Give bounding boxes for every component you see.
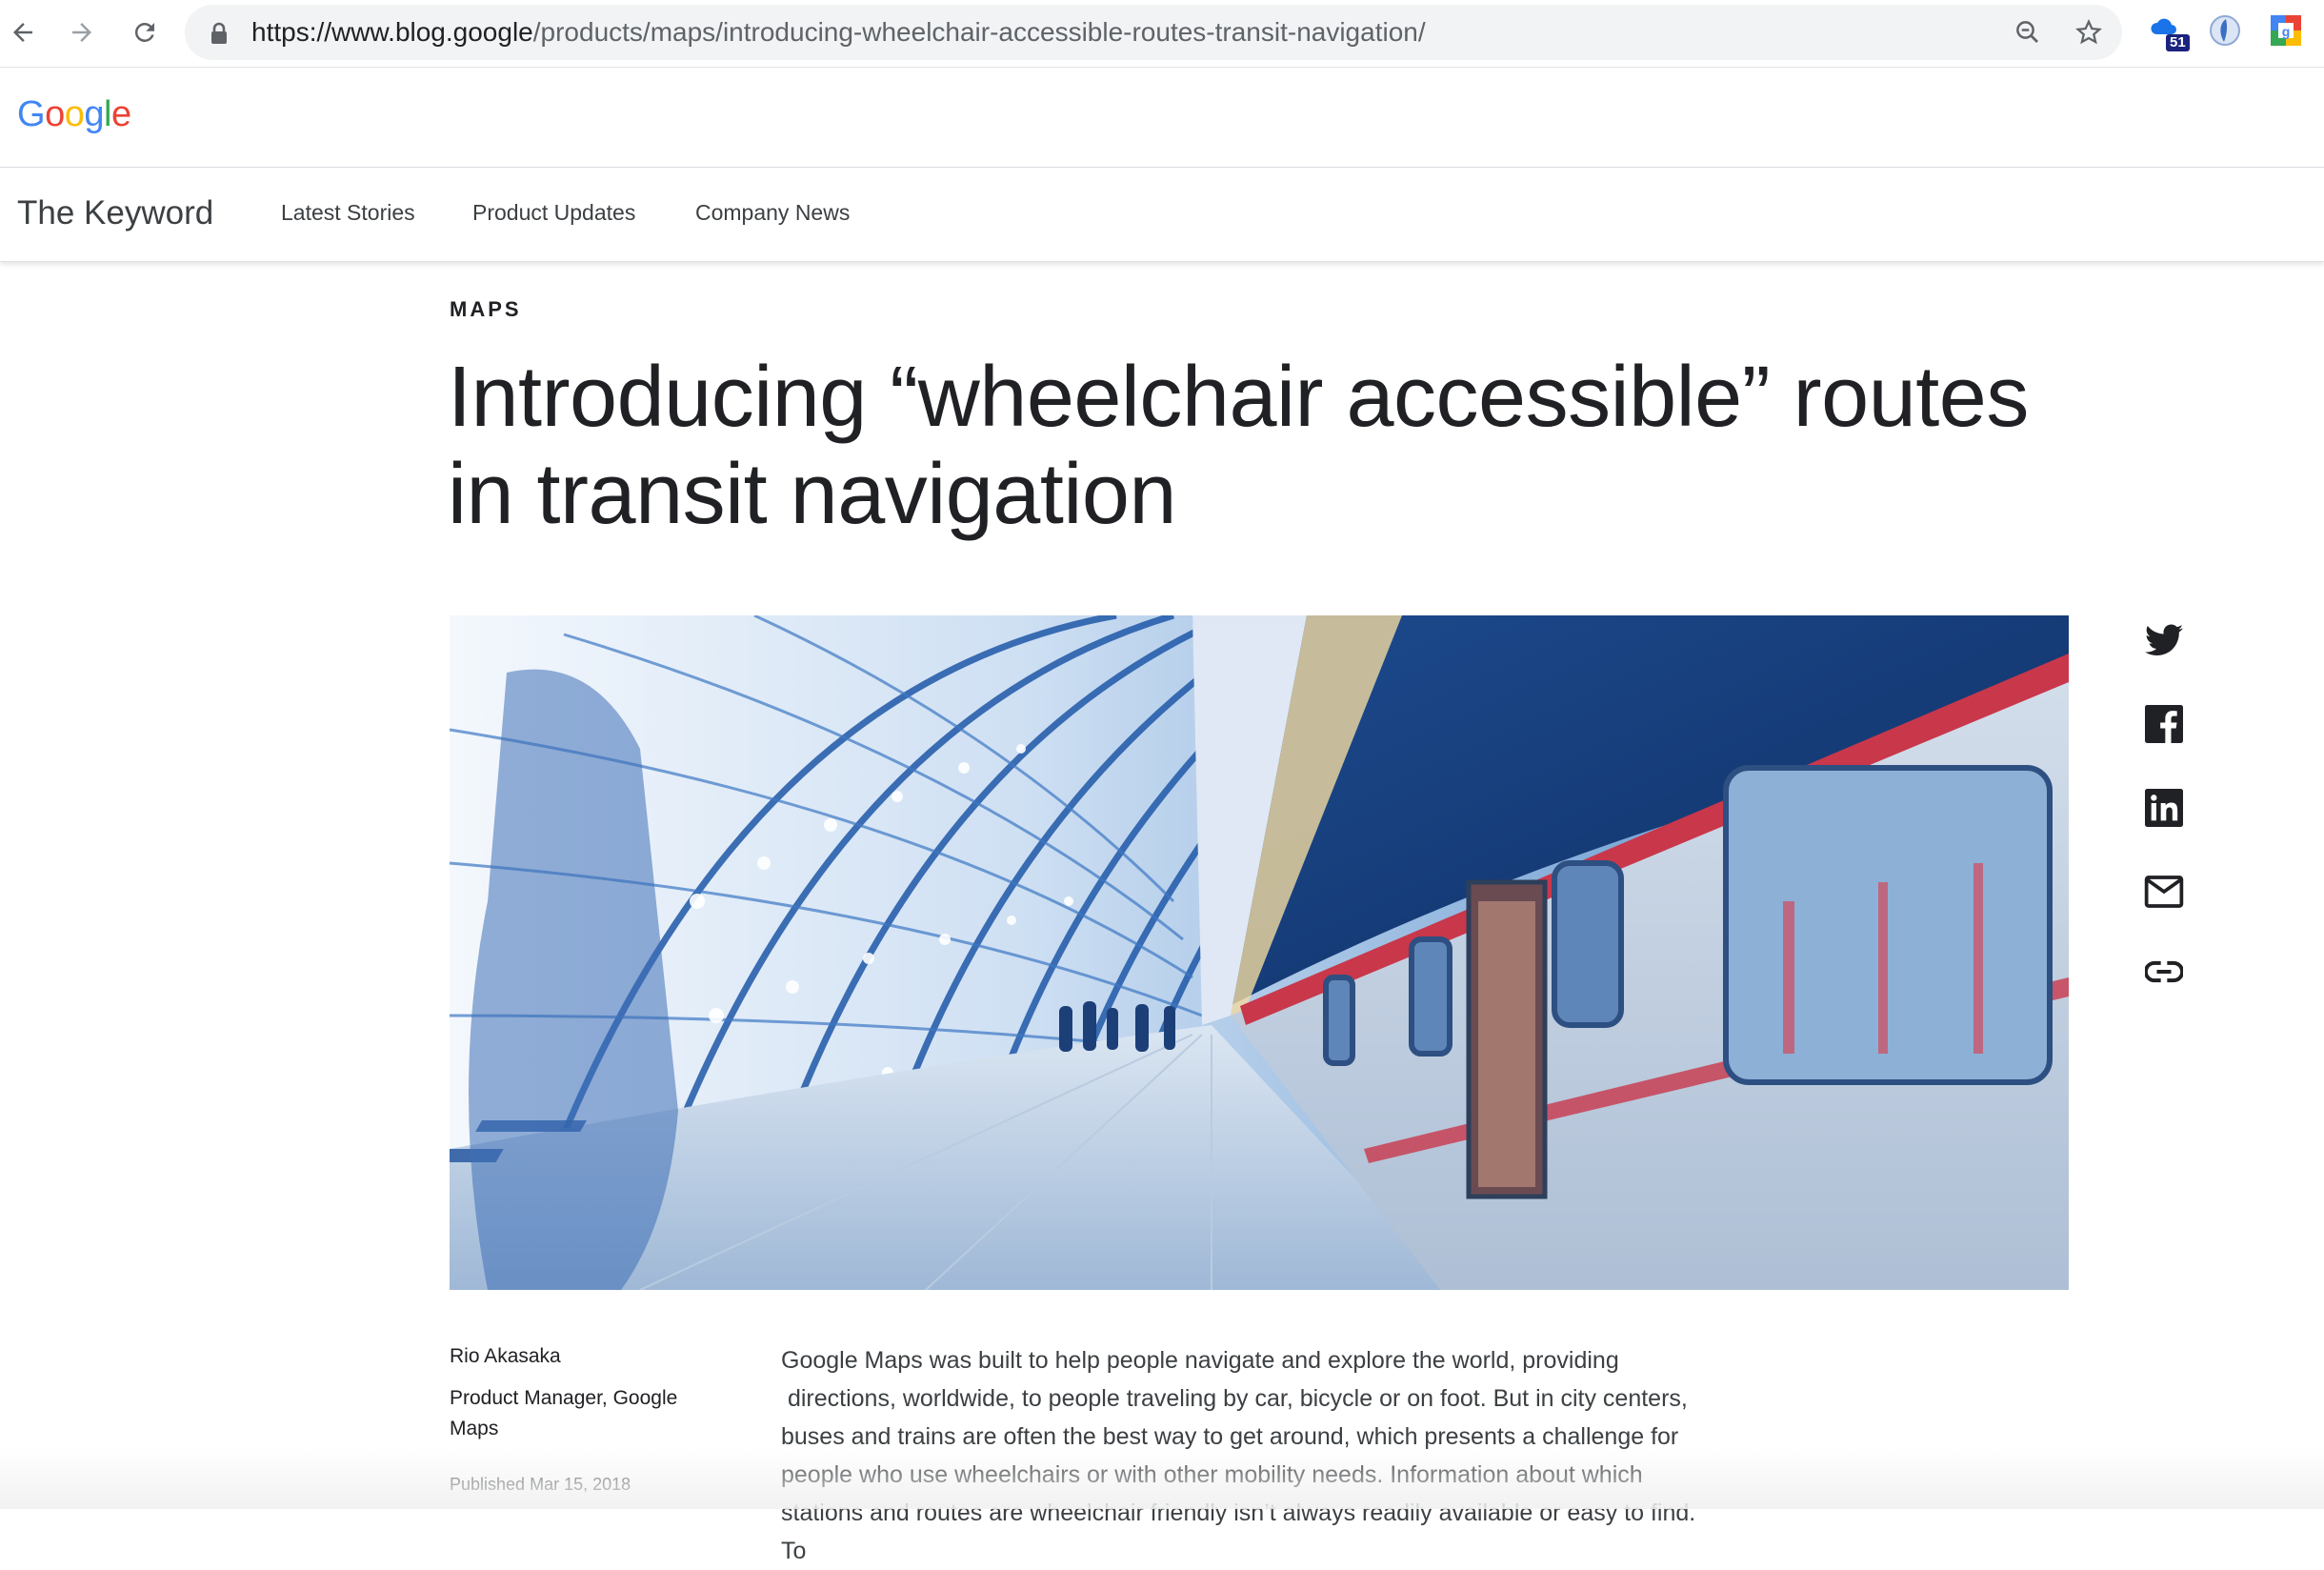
- lock-icon: [211, 22, 227, 44]
- extension-button[interactable]: 51: [2149, 13, 2190, 51]
- twitter-icon: [2145, 624, 2183, 655]
- body-line: stations and routes are wheelchair frien…: [781, 1500, 1696, 1564]
- site-title-link[interactable]: The Keyword: [17, 194, 213, 232]
- link-icon: [2145, 960, 2183, 983]
- forward-arrow-icon: [72, 23, 91, 42]
- body-line: directions, worldwide, to people traveli…: [781, 1385, 1688, 1412]
- url-path: /products/maps/introducing-wheelchair-ac…: [532, 17, 1426, 47]
- url-host: https://www.blog.google: [251, 17, 533, 47]
- share-facebook-button[interactable]: [2143, 703, 2185, 745]
- extension-button-2[interactable]: [2208, 13, 2246, 51]
- star-icon: [2075, 19, 2102, 45]
- site-header: Google: [0, 68, 2324, 168]
- author-role: Product Manager, Google Maps: [450, 1387, 678, 1439]
- google-extension-icon: g: [2271, 15, 2301, 46]
- svg-text:g: g: [2282, 24, 2291, 39]
- orb-extension-icon: [2210, 15, 2240, 46]
- article-category[interactable]: MAPS: [450, 297, 522, 322]
- extension-button-3[interactable]: g: [2269, 13, 2307, 51]
- headline-line: Introducing “wheelchair accessible” rout…: [448, 350, 2029, 445]
- forward-button[interactable]: [63, 13, 101, 51]
- reload-icon: [134, 22, 154, 42]
- back-arrow-icon: [13, 23, 32, 42]
- body-line: Google Maps was built to help people nav…: [781, 1347, 1619, 1374]
- body-line: buses and trains are often the best way …: [781, 1423, 1679, 1450]
- published-date: Published Mar 15, 2018: [450, 1475, 631, 1495]
- headline-line: in transit navigation: [448, 447, 1176, 542]
- address-bar[interactable]: https://www.blog.google/products/maps/in…: [185, 5, 2122, 60]
- logo-letter: l: [103, 94, 111, 134]
- bookmark-button[interactable]: [2073, 16, 2105, 49]
- back-button[interactable]: [4, 13, 42, 51]
- article-headline: Introducing “wheelchair accessible” rout…: [448, 349, 2086, 543]
- author-name: Rio Akasaka: [450, 1345, 561, 1367]
- subway-platform-illustration: [450, 615, 2069, 1290]
- zoom-out-icon: [2016, 21, 2038, 43]
- logo-letter: g: [84, 94, 104, 134]
- hero-image: [450, 615, 2069, 1290]
- url-text[interactable]: https://www.blog.google/products/maps/in…: [251, 18, 1426, 47]
- logo-letter: G: [17, 94, 46, 134]
- published-date-value: Mar 15, 2018: [530, 1475, 631, 1494]
- copy-link-button[interactable]: [2143, 951, 2185, 993]
- facebook-icon: [2145, 705, 2183, 743]
- body-line: people who use wheelchairs or with other…: [781, 1461, 1643, 1488]
- zoom-button[interactable]: [2012, 16, 2044, 49]
- share-twitter-button[interactable]: [2143, 619, 2185, 661]
- nav-link-company-news[interactable]: Company News: [695, 200, 850, 226]
- article-body: Google Maps was built to help people nav…: [781, 1341, 1714, 1570]
- logo-letter: o: [45, 94, 65, 134]
- share-linkedin-button[interactable]: [2143, 787, 2185, 829]
- blog-navigation: The Keyword Latest Stories Product Updat…: [0, 168, 2324, 262]
- browser-toolbar: https://www.blog.google/products/maps/in…: [0, 0, 2324, 68]
- google-logo[interactable]: Google: [17, 94, 131, 135]
- extension-badge: 51: [2166, 34, 2190, 51]
- linkedin-icon: [2145, 789, 2183, 827]
- logo-letter: e: [110, 94, 131, 134]
- published-label: Published: [450, 1475, 526, 1494]
- share-email-button[interactable]: [2143, 871, 2185, 913]
- nav-link-latest-stories[interactable]: Latest Stories: [281, 200, 415, 226]
- mail-icon: [2144, 876, 2184, 908]
- reload-button[interactable]: [126, 13, 164, 51]
- logo-letter: o: [64, 94, 85, 134]
- nav-link-product-updates[interactable]: Product Updates: [472, 200, 635, 226]
